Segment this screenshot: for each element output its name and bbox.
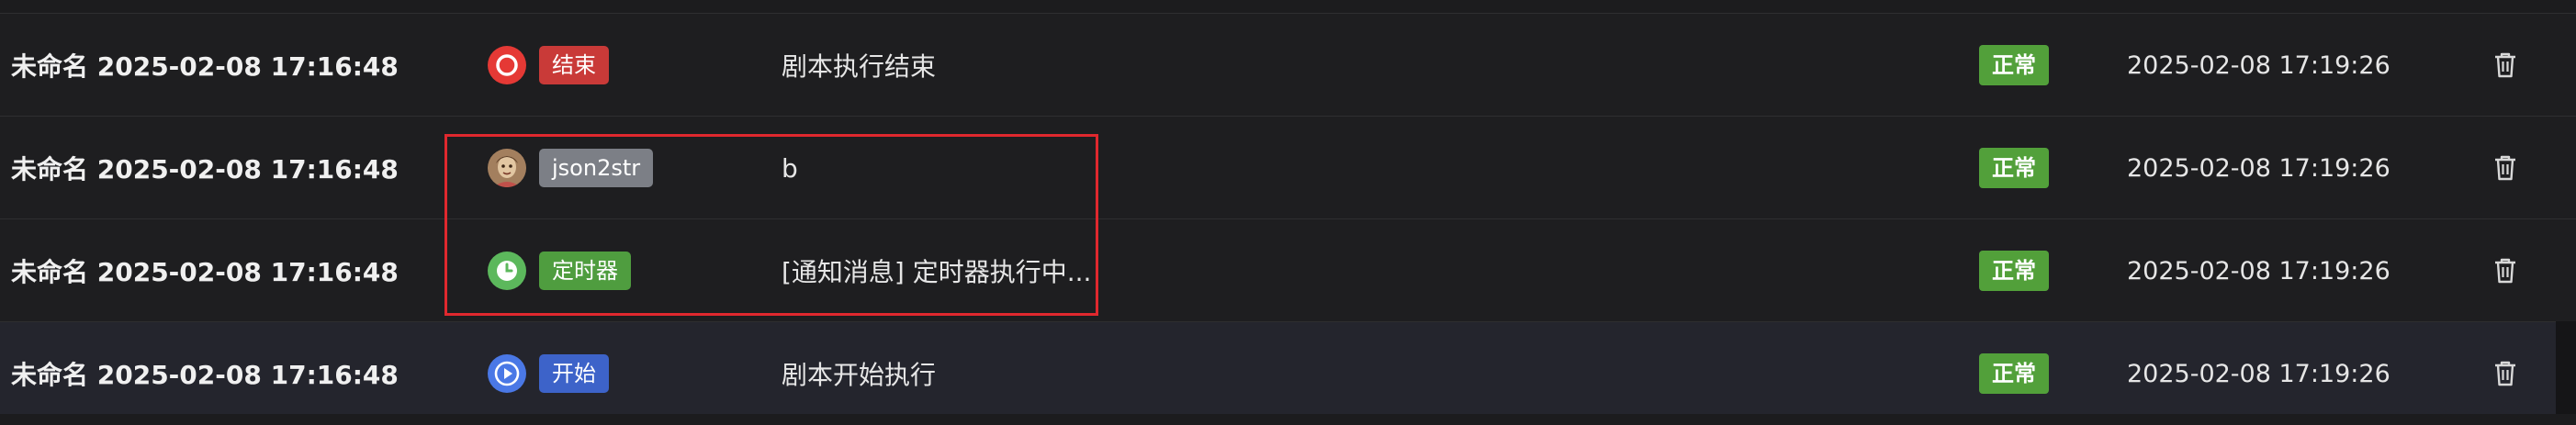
table-row[interactable]: 未命名 2025-02-08 17:16:48 结束 剧本执行结束 正常 202… — [0, 14, 2576, 117]
node-tag: 结束 — [539, 46, 609, 84]
play-circle-icon — [488, 354, 526, 393]
timestamp: 2025-02-08 17:19:26 — [2127, 153, 2390, 183]
delete-button[interactable] — [2487, 14, 2524, 117]
table-row[interactable]: 未命名 2025-02-08 17:16:48 开始 剧本开始执行 正常 202… — [0, 322, 2576, 414]
table-top-edge — [0, 0, 2576, 14]
scrollbar[interactable] — [2556, 321, 2576, 414]
stop-circle-icon — [488, 46, 526, 84]
table-row[interactable]: 未命名 2025-02-08 17:16:48 json2str b 正常 20… — [0, 117, 2576, 219]
timestamp: 2025-02-08 17:19:26 — [2127, 359, 2390, 388]
trash-icon[interactable] — [2493, 360, 2517, 387]
run-name: 未命名 2025-02-08 17:16:48 — [11, 51, 399, 82]
node-tag: json2str — [539, 149, 654, 187]
delete-button[interactable] — [2487, 219, 2524, 322]
status-badge: 正常 — [1979, 251, 2049, 291]
avatar-icon — [488, 149, 526, 187]
trash-icon[interactable] — [2493, 257, 2517, 285]
trash-icon[interactable] — [2493, 154, 2517, 182]
status-badge: 正常 — [1979, 148, 2049, 188]
run-name: 未命名 2025-02-08 17:16:48 — [11, 257, 399, 287]
node-cell: 定时器 — [488, 219, 631, 322]
trash-icon[interactable] — [2493, 51, 2517, 79]
execution-log-table: 未命名 2025-02-08 17:16:48 结束 剧本执行结束 正常 202… — [0, 0, 2576, 414]
log-message: 剧本执行结束 — [782, 51, 937, 82]
log-message: b — [782, 152, 798, 184]
log-message: 剧本开始执行 — [782, 360, 937, 390]
status-badge: 正常 — [1979, 45, 2049, 85]
node-tag: 定时器 — [539, 252, 631, 290]
status-badge: 正常 — [1979, 353, 2049, 394]
clock-icon — [488, 252, 526, 290]
status-cell: 正常 — [1979, 322, 2049, 425]
log-message: [通知消息] 定时器执行中... — [782, 257, 1092, 287]
run-name: 未命名 2025-02-08 17:16:48 — [11, 360, 399, 390]
status-cell: 正常 — [1979, 117, 2049, 219]
table-row[interactable]: 未命名 2025-02-08 17:16:48 定时器 [通知消息] 定时器执行… — [0, 219, 2576, 322]
node-tag: 开始 — [539, 354, 609, 393]
delete-button[interactable] — [2487, 117, 2524, 219]
status-cell: 正常 — [1979, 219, 2049, 322]
status-cell: 正常 — [1979, 14, 2049, 117]
delete-button[interactable] — [2487, 322, 2524, 425]
node-cell: 开始 — [488, 322, 609, 425]
run-name: 未命名 2025-02-08 17:16:48 — [11, 154, 399, 185]
timestamp: 2025-02-08 17:19:26 — [2127, 256, 2390, 285]
node-cell: json2str — [488, 117, 654, 219]
timestamp: 2025-02-08 17:19:26 — [2127, 50, 2390, 80]
node-cell: 结束 — [488, 14, 609, 117]
